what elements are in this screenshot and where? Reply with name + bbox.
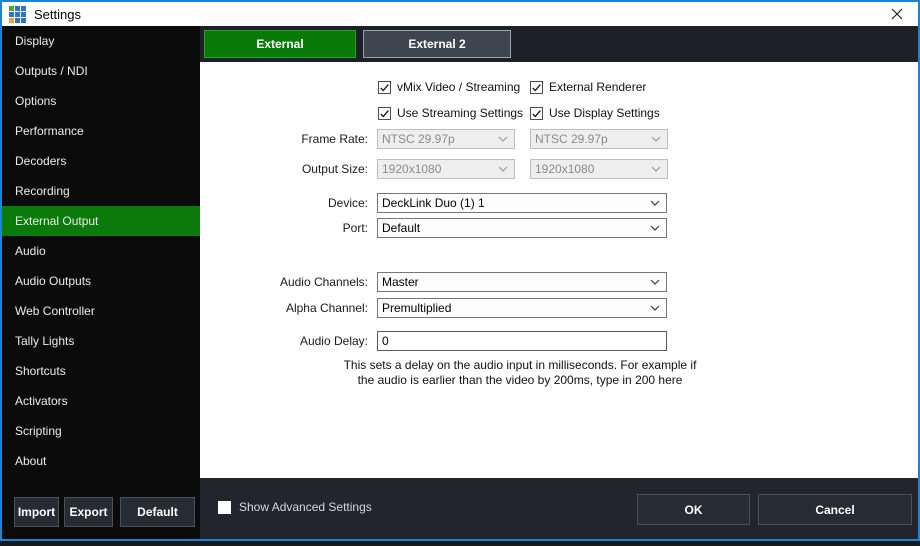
alpha-channel-select[interactable]: Premultiplied: [377, 298, 667, 318]
external-renderer-checkbox[interactable]: External Renderer: [530, 80, 646, 94]
sidebar-item-about[interactable]: About: [2, 446, 200, 476]
select-value: Premultiplied: [382, 301, 451, 315]
external-output-panel: vMix Video / Streaming External Renderer…: [200, 62, 918, 478]
audio-delay-label: Audio Delay:: [200, 331, 368, 351]
use-display-settings-checkbox[interactable]: Use Display Settings: [530, 106, 660, 120]
select-value: 1920x1080: [382, 162, 441, 176]
footer-bar: Show Advanced Settings OK Cancel: [200, 478, 918, 539]
chevron-down-icon: [498, 166, 508, 172]
select-value: 1920x1080: [535, 162, 594, 176]
show-advanced-settings-checkbox[interactable]: Show Advanced Settings: [218, 500, 372, 514]
output-size-select-1: 1920x1080: [377, 159, 515, 179]
sidebar-item-external-output[interactable]: External Output: [2, 206, 200, 236]
device-select[interactable]: DeckLink Duo (1) 1: [377, 193, 667, 213]
tab-external[interactable]: External: [204, 30, 356, 58]
right-panel: External External 2 vMix Video / Streami…: [200, 26, 918, 539]
screen: Settings Display Outputs / NDI Options P…: [0, 0, 920, 546]
checkbox-label: Show Advanced Settings: [239, 500, 372, 514]
checkbox-checked-icon: [530, 107, 543, 120]
sidebar-item-decoders[interactable]: Decoders: [2, 146, 200, 176]
export-button[interactable]: Export: [64, 497, 113, 527]
window-title: Settings: [34, 7, 81, 22]
device-label: Device:: [200, 193, 368, 213]
checkbox-label: Use Display Settings: [549, 106, 660, 120]
sidebar-item-web-controller[interactable]: Web Controller: [2, 296, 200, 326]
alpha-channel-label: Alpha Channel:: [200, 298, 368, 318]
output-size-select-2: 1920x1080: [530, 159, 668, 179]
checkbox-checked-icon: [530, 81, 543, 94]
cancel-button[interactable]: Cancel: [758, 494, 912, 525]
audio-delay-input[interactable]: [377, 331, 667, 351]
select-value: Default: [382, 221, 420, 235]
checkbox-label: External Renderer: [549, 80, 646, 94]
close-icon[interactable]: [882, 2, 912, 26]
chevron-down-icon: [651, 136, 661, 142]
chevron-down-icon: [650, 225, 660, 231]
audio-channels-label: Audio Channels:: [200, 272, 368, 292]
audio-channels-select[interactable]: Master: [377, 272, 667, 292]
sidebar-item-display[interactable]: Display: [2, 26, 200, 56]
sidebar: Display Outputs / NDI Options Performanc…: [2, 26, 200, 539]
select-value: DeckLink Duo (1) 1: [382, 196, 485, 210]
port-label: Port:: [200, 218, 368, 238]
chevron-down-icon: [650, 200, 660, 206]
checkbox-checked-icon: [378, 81, 391, 94]
checkbox-checked-icon: [378, 107, 391, 120]
select-value: NTSC 29.97p: [535, 132, 608, 146]
port-select[interactable]: Default: [377, 218, 667, 238]
default-button[interactable]: Default: [120, 497, 195, 527]
audio-delay-help-text: This sets a delay on the audio input in …: [336, 358, 704, 388]
settings-window: Settings Display Outputs / NDI Options P…: [0, 0, 920, 541]
sidebar-item-activators[interactable]: Activators: [2, 386, 200, 416]
checkbox-label: Use Streaming Settings: [397, 106, 523, 120]
tab-bar: External External 2: [200, 26, 918, 62]
chevron-down-icon: [650, 305, 660, 311]
sidebar-item-scripting[interactable]: Scripting: [2, 416, 200, 446]
vmix-logo-icon: [9, 6, 26, 23]
sidebar-item-tally-lights[interactable]: Tally Lights: [2, 326, 200, 356]
frame-rate-label: Frame Rate:: [200, 129, 368, 149]
main-area: Display Outputs / NDI Options Performanc…: [2, 26, 918, 539]
titlebar: Settings: [2, 2, 918, 26]
frame-rate-select-2: NTSC 29.97p: [530, 129, 668, 149]
sidebar-item-recording[interactable]: Recording: [2, 176, 200, 206]
tab-external-2[interactable]: External 2: [363, 30, 511, 58]
select-value: NTSC 29.97p: [382, 132, 455, 146]
sidebar-item-options[interactable]: Options: [2, 86, 200, 116]
sidebar-item-performance[interactable]: Performance: [2, 116, 200, 146]
output-size-label: Output Size:: [200, 159, 368, 179]
checkbox-label: vMix Video / Streaming: [397, 80, 520, 94]
ok-button[interactable]: OK: [637, 494, 750, 525]
checkbox-unchecked-icon: [218, 501, 231, 514]
chevron-down-icon: [651, 166, 661, 172]
select-value: Master: [382, 275, 419, 289]
sidebar-item-audio[interactable]: Audio: [2, 236, 200, 266]
import-button[interactable]: Import: [14, 497, 59, 527]
chevron-down-icon: [650, 279, 660, 285]
frame-rate-select-1: NTSC 29.97p: [377, 129, 515, 149]
sidebar-item-outputs-ndi[interactable]: Outputs / NDI: [2, 56, 200, 86]
vmix-video-streaming-checkbox[interactable]: vMix Video / Streaming: [378, 80, 520, 94]
chevron-down-icon: [498, 136, 508, 142]
sidebar-item-audio-outputs[interactable]: Audio Outputs: [2, 266, 200, 296]
use-streaming-settings-checkbox[interactable]: Use Streaming Settings: [378, 106, 523, 120]
sidebar-item-shortcuts[interactable]: Shortcuts: [2, 356, 200, 386]
